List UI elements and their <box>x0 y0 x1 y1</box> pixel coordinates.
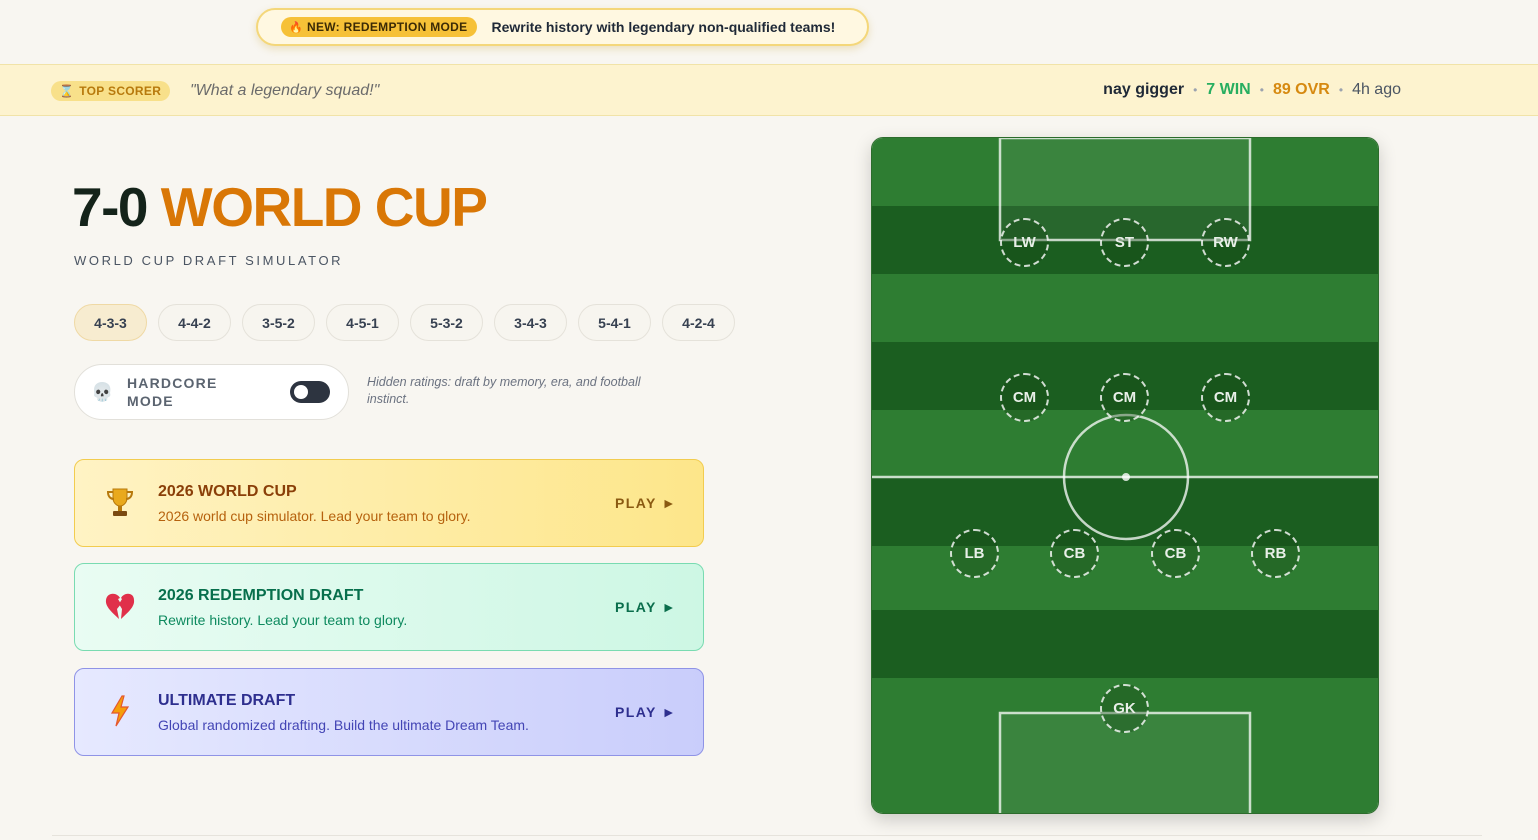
separator-dot: • <box>1338 83 1344 97</box>
formation-option[interactable]: 5-4-1 <box>578 304 651 341</box>
title-accent: WORLD CUP <box>160 176 488 238</box>
position-slot-cb[interactable]: CB <box>1050 529 1099 578</box>
formation-option[interactable]: 3-4-3 <box>494 304 567 341</box>
formation-option[interactable]: 4-5-1 <box>326 304 399 341</box>
play-button[interactable]: PLAY ► <box>615 495 677 511</box>
switch-knob <box>294 385 308 399</box>
formation-selector: 4-3-3 4-4-2 3-5-2 4-5-1 5-3-2 3-4-3 5-4-… <box>74 304 735 341</box>
page-subtitle: WORLD CUP DRAFT SIMULATOR <box>74 253 344 268</box>
mode-card-title: ULTIMATE DRAFT <box>158 692 296 709</box>
formation-option[interactable]: 4-4-2 <box>158 304 231 341</box>
section-divider <box>52 835 1482 836</box>
position-slot-gk[interactable]: GK <box>1100 684 1149 733</box>
top-scorer-wins: 7 WIN <box>1206 81 1251 98</box>
announcement-text: Rewrite history with legendary non-quali… <box>491 19 836 35</box>
position-slot-cb[interactable]: CB <box>1151 529 1200 578</box>
position-slot-st[interactable]: ST <box>1100 218 1149 267</box>
hardcore-mode-switch[interactable] <box>290 381 330 403</box>
mode-card-description: 2026 world cup simulator. Lead your team… <box>158 508 471 524</box>
announcement-badge: 🔥 NEW: REDEMPTION MODE <box>281 17 478 37</box>
position-slot-rw[interactable]: RW <box>1201 218 1250 267</box>
fire-icon: 🔥 <box>289 21 303 34</box>
top-scorer-badge: ⌛ TOP SCORER <box>51 81 171 101</box>
separator-dot: • <box>1259 83 1264 97</box>
formation-option[interactable]: 4-2-4 <box>662 304 735 341</box>
mode-card-title: 2026 WORLD CUP <box>158 483 297 500</box>
play-button[interactable]: PLAY ► <box>615 704 677 720</box>
hourglass-icon: ⌛ <box>59 84 75 98</box>
play-button[interactable]: PLAY ► <box>615 599 677 615</box>
position-slot-cm[interactable]: CM <box>1000 373 1049 422</box>
hardcore-label-line2: MODE <box>127 393 174 409</box>
announcement-badge-label: NEW: REDEMPTION MODE <box>307 20 468 34</box>
position-slot-rb[interactable]: RB <box>1251 529 1300 578</box>
mode-card-title: 2026 REDEMPTION DRAFT <box>158 587 364 604</box>
hardcore-label-line1: HARDCORE <box>127 375 218 391</box>
mode-card-description: Rewrite history. Lead your team to glory… <box>158 612 408 628</box>
mode-card-ultimate-draft[interactable]: ULTIMATE DRAFT Global randomized draftin… <box>74 668 704 756</box>
top-scorer-time: 4h ago <box>1352 81 1401 98</box>
hardcore-mode-note: Hidden ratings: draft by memory, era, an… <box>367 375 641 406</box>
hardcore-mode-toggle-card[interactable]: 💀 HARDCORE MODE <box>74 364 349 420</box>
position-slot-lb[interactable]: LB <box>950 529 999 578</box>
top-scorer-meta: nay gigger • 7 WIN • 89 OVR • 4h ago <box>1103 81 1401 99</box>
hardcore-mode-label: HARDCORE MODE <box>127 374 237 410</box>
skull-icon: 💀 <box>91 381 114 402</box>
separator-dot: • <box>1193 83 1198 97</box>
formation-option[interactable]: 4-3-3 <box>74 304 147 341</box>
mode-card-redemption-draft[interactable]: 2026 REDEMPTION DRAFT Rewrite history. L… <box>74 563 704 651</box>
title-score: 7-0 <box>72 176 149 238</box>
announcement-banner[interactable]: 🔥 NEW: REDEMPTION MODE Rewrite history w… <box>256 8 869 46</box>
top-scorer-name[interactable]: nay gigger <box>1103 81 1184 99</box>
top-scorer-badge-label: TOP SCORER <box>79 84 162 98</box>
trophy-icon <box>104 486 136 518</box>
position-slot-cm[interactable]: CM <box>1100 373 1149 422</box>
formation-option[interactable]: 3-5-2 <box>242 304 315 341</box>
page-title: 7-0 WORLD CUP <box>72 180 488 235</box>
top-scorer-strip: ⌛ TOP SCORER "What a legendary squad!" n… <box>0 64 1538 116</box>
top-scorer-ovr: 89 OVR <box>1272 81 1330 98</box>
mode-card-description: Global randomized drafting. Build the ul… <box>158 717 529 733</box>
broken-heart-icon <box>104 590 136 622</box>
position-slot-cm[interactable]: CM <box>1201 373 1250 422</box>
formation-option[interactable]: 5-3-2 <box>410 304 483 341</box>
mode-card-world-cup[interactable]: 2026 WORLD CUP 2026 world cup simulator.… <box>74 459 704 547</box>
lightning-icon <box>104 695 136 727</box>
position-slot-lw[interactable]: LW <box>1000 218 1049 267</box>
top-scorer-quote: "What a legendary squad!" <box>190 82 380 99</box>
formation-pitch: LW ST RW CM CM CM LB CB CB RB GK <box>871 137 1379 814</box>
